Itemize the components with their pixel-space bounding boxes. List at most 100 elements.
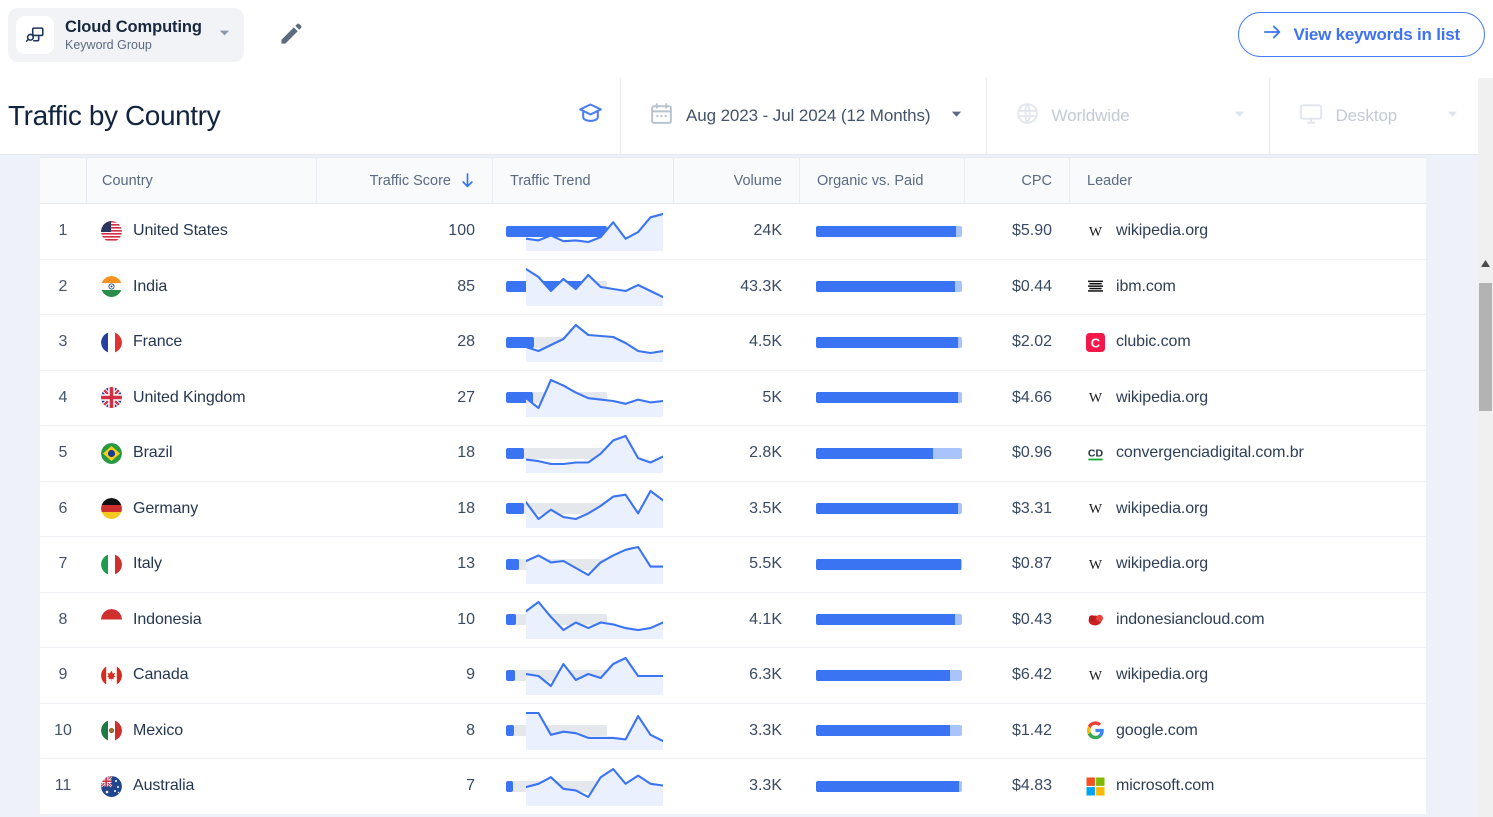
traffic-by-country-table: Country Traffic Score Traffic Trend Volu…	[40, 157, 1426, 815]
table-row[interactable]: 7 Italy 13 5.5K $0.87 W wikipedia.org	[40, 537, 1426, 593]
country-name: Germany	[133, 499, 199, 517]
row-country[interactable]: Indonesia	[86, 592, 316, 648]
table-row[interactable]: 5 Brazil 18 2.8K $0.96 CD convergenciadi…	[40, 426, 1426, 482]
row-cpc: $0.43	[1011, 610, 1052, 628]
row-traffic-score: 8	[466, 721, 475, 739]
row-country[interactable]: Germany	[86, 481, 316, 537]
table-row[interactable]: 9 Canada 9 6.3K $6.42 W wikipedia.org	[40, 648, 1426, 704]
row-country[interactable]: France	[86, 315, 316, 371]
sparkline-chart	[524, 595, 665, 644]
table-row[interactable]: 4 United Kingdom 27 5K $4.66 W wikipedia…	[40, 370, 1426, 426]
scroll-up-arrow-icon[interactable]	[1481, 254, 1490, 272]
row-country[interactable]: Canada	[86, 648, 316, 704]
row-leader[interactable]: W wikipedia.org	[1069, 481, 1426, 537]
row-leader[interactable]: W wikipedia.org	[1069, 648, 1426, 704]
date-range-filter[interactable]: Aug 2023 - Jul 2024 (12 Months)	[620, 77, 986, 155]
organic-segment	[816, 725, 951, 737]
organic-vs-paid-bar	[816, 669, 962, 681]
flag-icon-fr	[101, 331, 122, 353]
row-country[interactable]: Mexico	[86, 703, 316, 759]
row-traffic-trend	[492, 426, 673, 482]
row-leader[interactable]: google.com	[1069, 703, 1426, 759]
device-filter[interactable]: Desktop	[1268, 77, 1482, 155]
column-header-traffic-trend[interactable]: Traffic Trend	[492, 157, 673, 204]
scrollbar-thumb[interactable]	[1479, 283, 1492, 411]
view-keywords-in-list-button[interactable]: View keywords in list	[1237, 12, 1485, 57]
chevron-down-icon[interactable]	[217, 25, 232, 45]
indonesiancloud-favicon	[1086, 610, 1105, 629]
monitor-icon	[1298, 101, 1324, 132]
row-country[interactable]: United States	[86, 204, 316, 260]
table-row[interactable]: 11 Australia 7 3.3K $4.83 microsoft.com	[40, 759, 1426, 815]
row-leader[interactable]: W wikipedia.org	[1069, 370, 1426, 426]
flag-icon-id	[101, 609, 122, 631]
leader-domain: wikipedia.org	[1116, 499, 1209, 517]
flag-icon-ca	[101, 664, 122, 686]
column-header-cpc[interactable]: CPC	[964, 157, 1069, 204]
paid-segment	[954, 281, 962, 293]
country-name: United Kingdom	[133, 388, 246, 406]
row-leader[interactable]: microsoft.com	[1069, 759, 1426, 815]
paid-segment	[950, 725, 962, 737]
country-name: United States	[133, 222, 228, 240]
row-traffic-score: 18	[457, 444, 475, 462]
location-filter[interactable]: Worldwide	[985, 77, 1269, 155]
vertical-scrollbar[interactable]	[1478, 78, 1493, 817]
row-traffic-score: 100	[448, 222, 475, 240]
country-name: Brazil	[133, 444, 173, 462]
column-header-country[interactable]: Country	[86, 157, 316, 204]
sparkline-chart	[524, 484, 665, 533]
row-organic-vs-paid	[799, 481, 964, 537]
traffic-by-country-page: Cloud Computing Keyword Group View keywo…	[0, 0, 1493, 817]
row-traffic-score: 18	[457, 499, 475, 517]
row-country[interactable]: Brazil	[86, 426, 316, 482]
keyword-group-selector[interactable]: Cloud Computing Keyword Group	[8, 8, 244, 62]
row-leader[interactable]: indonesiancloud.com	[1069, 592, 1426, 648]
svg-text:W: W	[1089, 669, 1103, 684]
column-header-volume[interactable]: Volume	[673, 157, 799, 204]
row-volume: 24K	[753, 222, 782, 240]
row-rank: 4	[58, 388, 68, 406]
organic-vs-paid-bar	[816, 503, 962, 515]
table-row[interactable]: 2 India 85 43.3K $0.44 ibm.com	[40, 259, 1426, 315]
section-header: Traffic by Country Aug 2023 - Jul 2024 (…	[0, 77, 1493, 155]
pencil-icon	[278, 21, 304, 50]
row-country[interactable]: India	[86, 259, 316, 315]
row-country[interactable]: United Kingdom	[86, 370, 316, 426]
organic-vs-paid-bar	[816, 225, 962, 237]
country-name: Canada	[133, 666, 189, 684]
edit-keyword-group-button[interactable]	[270, 14, 312, 56]
table-row[interactable]: 3 France 28 4.5K $2.02 C clubic.com	[40, 315, 1426, 371]
table-row[interactable]: 8 Indonesia 10 4.1K $0.43 indonesianclou…	[40, 592, 1426, 648]
row-cpc: $0.87	[1011, 555, 1052, 573]
row-organic-vs-paid	[799, 537, 964, 593]
table-row[interactable]: 10 Mexico 8 3.3K $1.42 google.com	[40, 703, 1426, 759]
row-leader[interactable]: W wikipedia.org	[1069, 537, 1426, 593]
row-leader[interactable]: CD convergenciadigital.com.br	[1069, 426, 1426, 482]
organic-segment	[816, 558, 961, 570]
learn-more-button[interactable]	[560, 100, 620, 132]
table-row[interactable]: 1 United States 100 24K $5.90 W wikipedi…	[40, 204, 1426, 260]
country-name: Mexico	[133, 721, 184, 739]
organic-segment	[816, 780, 960, 792]
row-country[interactable]: Italy	[86, 537, 316, 593]
row-traffic-trend	[492, 315, 673, 371]
row-country[interactable]: Australia	[86, 759, 316, 815]
arrow-down-icon	[460, 172, 475, 189]
wikipedia-favicon: W	[1086, 388, 1105, 407]
page-title: Traffic by Country	[8, 100, 221, 131]
sparkline-chart	[524, 540, 665, 589]
table-row[interactable]: 6 Germany 18 3.5K $3.31 W wikipedia.org	[40, 481, 1426, 537]
row-leader[interactable]: ibm.com	[1069, 259, 1426, 315]
row-leader[interactable]: C clubic.com	[1069, 315, 1426, 371]
country-name: India	[133, 277, 168, 295]
column-header-organic-vs-paid[interactable]: Organic vs. Paid	[799, 157, 964, 204]
table-header-row: Country Traffic Score Traffic Trend Volu…	[40, 157, 1426, 204]
row-leader[interactable]: W wikipedia.org	[1069, 204, 1426, 260]
globe-icon	[1015, 101, 1040, 131]
column-header-traffic-score[interactable]: Traffic Score	[316, 157, 492, 204]
column-header-leader[interactable]: Leader	[1069, 157, 1426, 204]
leader-domain: indonesiancloud.com	[1116, 610, 1265, 628]
flag-icon-au	[101, 775, 122, 797]
row-rank: 11	[54, 777, 72, 795]
